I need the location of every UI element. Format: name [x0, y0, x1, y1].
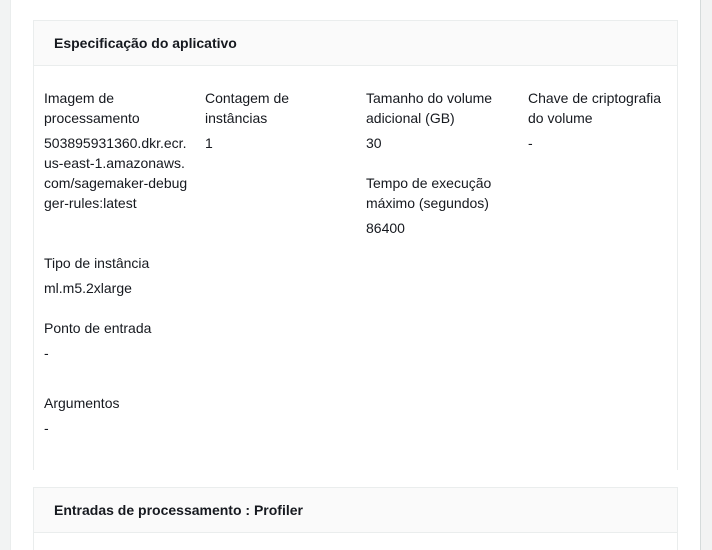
instance-type-label: Tipo de instância: [44, 255, 150, 271]
instance-type-field: Tipo de instância ml.m5.2xlarge: [44, 253, 189, 298]
instance-type-value: ml.m5.2xlarge: [44, 280, 132, 296]
processing-inputs-panel: Entradas de processamento : Profiler: [33, 487, 678, 550]
app-spec-panel: Especificação do aplicativo Imagem de pr…: [33, 20, 678, 470]
kms-key-value: -: [528, 135, 533, 151]
volume-size-field: Tamanho do volume adicional (GB) 30: [366, 88, 516, 153]
instance-count-field: Contagem de instâncias 1: [205, 88, 345, 153]
entrypoint-value: -: [44, 345, 49, 361]
kms-key-label: Chave de criptografia do volume: [528, 90, 662, 126]
kms-key-field: Chave de criptografia do volume -: [528, 88, 673, 153]
image-label: Imagem de processamento: [44, 90, 140, 126]
volume-size-value: 30: [366, 135, 382, 151]
arguments-value: -: [44, 420, 49, 436]
entrypoint-field: Ponto de entrada -: [44, 318, 189, 363]
entrypoint-label: Ponto de entrada: [44, 320, 152, 336]
volume-size-label: Tamanho do volume adicional (GB): [366, 90, 493, 126]
max-runtime-value: 86400: [366, 220, 405, 236]
app-spec-title: Especificação do aplicativo: [54, 35, 237, 51]
max-runtime-field: Tempo de execução máximo (segundos) 8640…: [366, 173, 516, 238]
image-field: Imagem de processamento 503895931360.dkr…: [44, 88, 189, 213]
instance-count-label: Contagem de instâncias: [205, 90, 290, 126]
arguments-field: Argumentos -: [44, 393, 189, 438]
instance-count-value: 1: [205, 135, 213, 151]
arguments-label: Argumentos: [44, 395, 120, 411]
app-spec-header: Especificação do aplicativo: [34, 20, 677, 66]
image-value: 503895931360.dkr.ecr.us-east-1.amazonaws…: [44, 135, 188, 211]
processing-inputs-header: Entradas de processamento : Profiler: [34, 487, 677, 533]
max-runtime-label: Tempo de execução máximo (segundos): [366, 175, 492, 211]
processing-inputs-title: Entradas de processamento : Profiler: [54, 502, 303, 518]
